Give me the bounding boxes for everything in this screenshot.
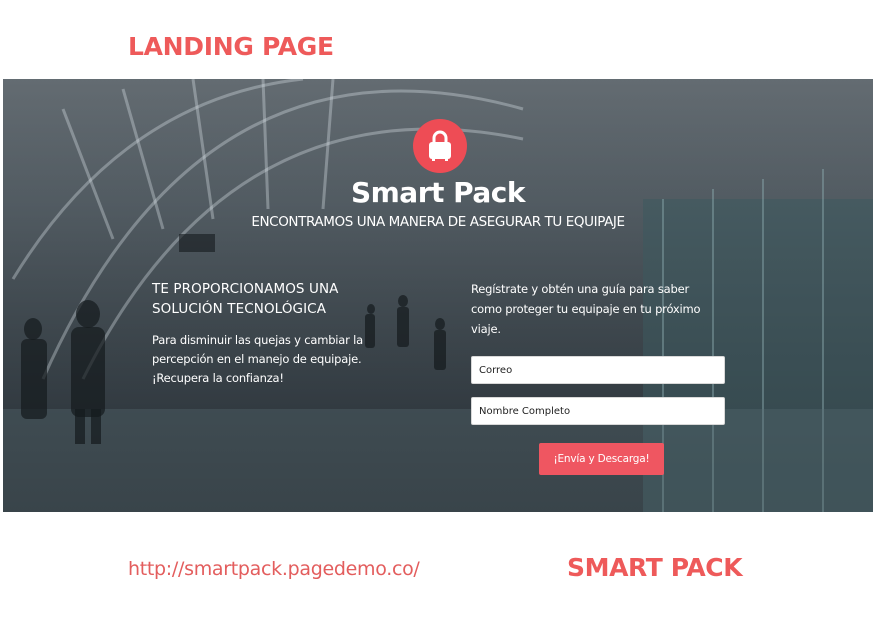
page-heading: LANDING PAGE [128, 32, 334, 61]
submit-download-button[interactable]: ¡Envía y Descarga! [539, 443, 664, 475]
demo-url-link[interactable]: http://smartpack.pagedemo.co/ [128, 558, 420, 580]
tagline: ENCONTRAMOS UNA MANERA DE ASEGURAR TU EQ… [251, 214, 625, 230]
email-field[interactable] [471, 356, 725, 384]
brand-title: Smart Pack [350, 176, 526, 209]
suitcase-lock-icon [429, 130, 451, 161]
landing-page-screenshot: Smart Pack ENCONTRAMOS UNA MANERA DE ASE… [3, 79, 873, 512]
form-intro: Regístrate y obtén una guía para saber c… [471, 282, 701, 336]
hero-section: Smart Pack ENCONTRAMOS UNA MANERA DE ASE… [3, 79, 873, 512]
value-proposition-title: TE PROPORCIONAMOS UNA SOLUCIÓN TECNOLÓGI… [152, 281, 339, 317]
footer-brand: SMART PACK [567, 553, 743, 582]
value-proposition: TE PROPORCIONAMOS UNA SOLUCIÓN TECNOLÓGI… [152, 279, 382, 388]
logo [413, 119, 467, 173]
signup-form: Regístrate y obtén una guía para saber c… [471, 279, 726, 475]
value-proposition-description: Para disminuir las quejas y cambiar la p… [152, 333, 363, 385]
full-name-field[interactable] [471, 397, 725, 425]
